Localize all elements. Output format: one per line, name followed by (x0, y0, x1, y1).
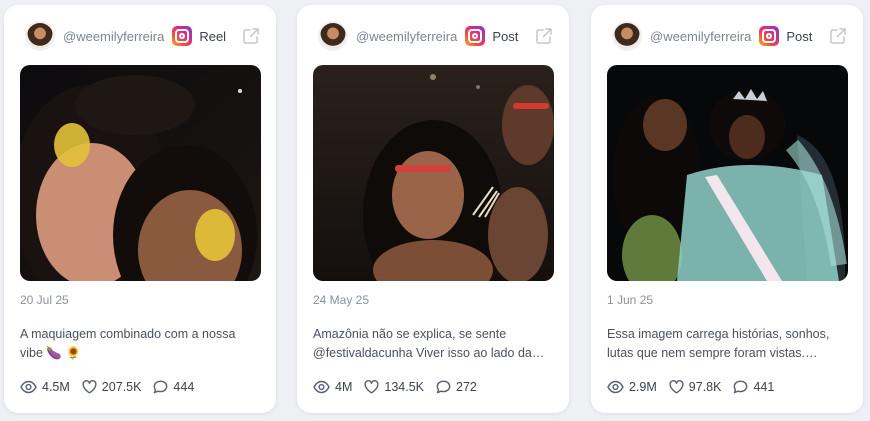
eye-icon (20, 380, 37, 394)
post-thumbnail[interactable] (607, 65, 848, 281)
comments-count: 441 (753, 380, 775, 394)
heart-icon (364, 380, 379, 394)
views-count: 2.9M (629, 380, 657, 394)
likes-stat: 207.5K (82, 380, 142, 394)
account-handle[interactable]: @weemilyferreira (356, 29, 457, 44)
comments-stat: 444 (153, 380, 194, 394)
views-stat: 2.9M (607, 380, 657, 394)
account-handle[interactable]: @weemilyferreira (650, 29, 751, 44)
eye-icon (313, 380, 330, 394)
post-date: 20 Jul 25 (20, 293, 69, 307)
avatar[interactable] (612, 21, 642, 51)
post-type-label: Post (786, 28, 813, 44)
comments-stat: 272 (436, 380, 477, 394)
comment-icon (154, 380, 168, 394)
post-type-label: Reel (199, 28, 227, 44)
post-caption: A maquiagem combinado com a nossa vibe 🍆… (20, 327, 236, 360)
heart-icon (82, 380, 97, 394)
comment-icon (436, 380, 451, 394)
post-card[interactable]: @weemilyferreira Reel 20 Jul 25 A maquia… (4, 5, 276, 413)
post-type-label: Post (492, 28, 519, 44)
post-date: 24 May 25 (313, 293, 370, 307)
comments-stat: 441 (733, 380, 774, 394)
post-stats: 4.5M 207.5K 444 (20, 380, 206, 394)
post-card[interactable]: @weemilyferreira Post 1 Jun 25 Essa imag… (591, 5, 863, 413)
external-link-icon[interactable] (242, 27, 260, 45)
card-header: @weemilyferreira Post (591, 19, 863, 53)
post-caption: Essa imagem carrega histórias, sonhos, l… (607, 327, 830, 360)
account-handle[interactable]: @weemilyferreira (63, 29, 164, 44)
post-card[interactable]: @weemilyferreira Post 24 May 25 Amazônia… (297, 5, 569, 413)
post-date: 1 Jun 25 (607, 293, 654, 307)
eye-icon (607, 380, 624, 394)
views-stat: 4.5M (20, 380, 70, 394)
avatar[interactable] (318, 21, 348, 51)
views-count: 4M (335, 380, 353, 394)
post-thumbnail[interactable] (313, 65, 554, 281)
instagram-icon (465, 26, 486, 46)
card-header: @weemilyferreira Reel (4, 19, 276, 53)
comment-icon (734, 380, 748, 394)
comments-count: 444 (173, 380, 195, 394)
instagram-icon (759, 26, 780, 46)
comments-count: 272 (456, 380, 477, 394)
post-stats: 4M 134.5K 272 (313, 380, 489, 394)
heart-icon (669, 380, 684, 394)
likes-count: 97.8K (688, 380, 722, 394)
likes-count: 207.5K (101, 380, 142, 394)
avatar[interactable] (25, 21, 55, 51)
views-stat: 4M (313, 380, 352, 394)
views-count: 4.5M (42, 380, 70, 394)
external-link-icon[interactable] (829, 27, 847, 45)
post-stats: 2.9M 97.8K 441 (607, 380, 786, 394)
post-caption: Amazônia não se explica, se sente @festi… (313, 327, 532, 360)
likes-stat: 134.5K (364, 380, 424, 394)
instagram-icon (172, 26, 193, 46)
card-header: @weemilyferreira Post (297, 19, 569, 53)
external-link-icon[interactable] (535, 27, 553, 45)
post-thumbnail[interactable] (20, 65, 261, 281)
likes-stat: 97.8K (669, 380, 722, 394)
likes-count: 134.5K (384, 380, 424, 394)
